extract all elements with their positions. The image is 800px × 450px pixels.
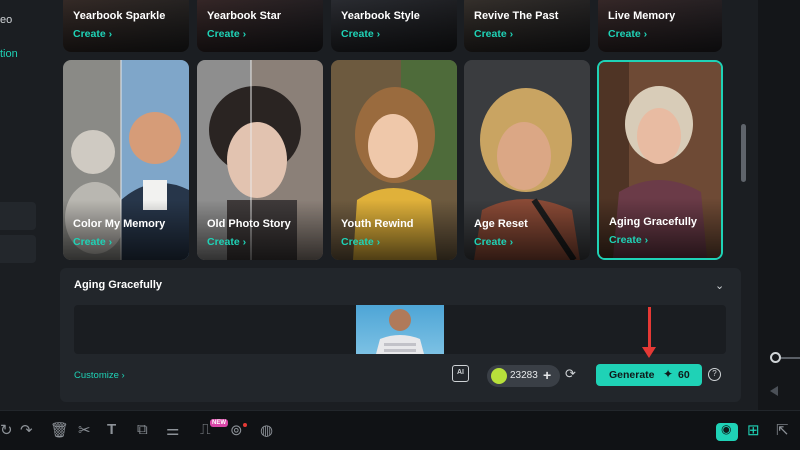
redo-icon[interactable]: ↻ bbox=[0, 421, 13, 439]
split-icon[interactable]: ⊞ bbox=[747, 421, 760, 439]
ai-face-icon[interactable]: ⊚ bbox=[230, 421, 243, 439]
new-badge: NEW bbox=[210, 419, 228, 427]
preview-panel bbox=[758, 0, 800, 410]
card-shade bbox=[197, 0, 323, 52]
card-title: Revive The Past bbox=[474, 10, 559, 22]
help-icon[interactable]: ? bbox=[708, 368, 721, 381]
scrollbar-thumb[interactable] bbox=[741, 124, 746, 182]
credits-count: 23283 bbox=[510, 370, 538, 381]
adjust-icon[interactable]: ⚌ bbox=[166, 421, 179, 439]
export-icon[interactable]: ⇱ bbox=[776, 421, 789, 439]
create-link[interactable]: Create › bbox=[73, 236, 112, 248]
create-link[interactable]: Create › bbox=[609, 234, 648, 246]
card-shade bbox=[331, 200, 457, 260]
create-link[interactable]: Create › bbox=[341, 236, 380, 248]
card-title: Color My Memory bbox=[73, 218, 166, 230]
card-title: Youth Rewind bbox=[341, 218, 414, 230]
source-media-area[interactable] bbox=[74, 305, 726, 354]
template-card-yearbook-style[interactable]: Yearbook Style Create › bbox=[331, 0, 457, 52]
template-card-live-memory[interactable]: Live Memory Create › bbox=[598, 0, 722, 52]
annotation-arrow-head bbox=[642, 347, 656, 358]
spark-icon: ✦ bbox=[663, 367, 674, 381]
generate-button[interactable]: Generate ✦ 60 bbox=[596, 364, 702, 386]
zoom-slider-handle[interactable] bbox=[770, 352, 781, 363]
card-shade bbox=[197, 200, 323, 260]
card-title: Live Memory bbox=[608, 10, 676, 22]
detail-title: Aging Gracefully bbox=[74, 279, 163, 291]
crop-icon[interactable]: ⧉ bbox=[137, 421, 148, 438]
play-back-icon[interactable] bbox=[770, 386, 778, 396]
card-title: Age Reset bbox=[474, 218, 528, 230]
refresh-icon[interactable]: ⟳ bbox=[565, 366, 576, 382]
sidebar-item-video[interactable]: eo bbox=[0, 14, 12, 26]
ai-portrait-icon[interactable]: ◍ bbox=[260, 421, 273, 439]
generate-cost: 60 bbox=[678, 369, 690, 381]
undo-icon[interactable]: ↷ bbox=[20, 421, 33, 439]
template-card-yearbook-sparkle[interactable]: Yearbook Sparkle Create › bbox=[63, 0, 189, 52]
create-link[interactable]: Create › bbox=[207, 28, 246, 40]
card-shade bbox=[464, 200, 590, 260]
card-shade bbox=[63, 0, 189, 52]
cut-icon[interactable]: ✂ bbox=[78, 421, 91, 439]
notification-dot bbox=[243, 423, 247, 427]
create-link[interactable]: Create › bbox=[207, 236, 246, 248]
add-credits-icon[interactable]: + bbox=[543, 367, 551, 383]
card-shade bbox=[331, 0, 457, 52]
credits-pill[interactable]: 23283 + bbox=[487, 365, 560, 387]
collapse-chevron-icon[interactable]: ⌄ bbox=[715, 279, 724, 292]
template-card-old-photo-story[interactable]: Old Photo Story Create › bbox=[197, 60, 323, 260]
sidebar-block[interactable] bbox=[0, 235, 36, 263]
card-title: Aging Gracefully bbox=[609, 216, 698, 228]
edit-toolbar bbox=[0, 410, 800, 450]
sidebar-item-active[interactable]: tion bbox=[0, 48, 18, 60]
generate-label: Generate bbox=[609, 369, 655, 381]
ai-text-icon[interactable]: ⎍ bbox=[200, 421, 211, 438]
card-title: Old Photo Story bbox=[207, 218, 291, 230]
bolt-icon bbox=[491, 368, 507, 384]
template-card-color-my-memory[interactable]: Color My Memory Create › bbox=[63, 60, 189, 260]
card-shade bbox=[599, 198, 721, 258]
ai-settings-icon[interactable]: AI bbox=[452, 365, 469, 382]
create-link[interactable]: Create › bbox=[474, 236, 513, 248]
source-thumbnail bbox=[356, 305, 444, 354]
create-link[interactable]: Create › bbox=[608, 28, 647, 40]
create-link[interactable]: Create › bbox=[73, 28, 112, 40]
card-shade bbox=[464, 0, 590, 52]
text-icon[interactable]: T bbox=[107, 421, 116, 438]
mask-icon[interactable]: ◉ bbox=[721, 422, 731, 436]
template-card-aging-gracefully[interactable]: Aging Gracefully Create › bbox=[597, 60, 723, 260]
person-photo-icon bbox=[376, 309, 424, 354]
card-title: Yearbook Style bbox=[341, 10, 420, 22]
template-card-yearbook-star[interactable]: Yearbook Star Create › bbox=[197, 0, 323, 52]
delete-icon[interactable]: 🗑 bbox=[50, 421, 69, 439]
create-link[interactable]: Create › bbox=[474, 28, 513, 40]
template-detail-panel: Aging Gracefully ⌄ Customize › AI 23283 … bbox=[60, 268, 741, 402]
template-card-youth-rewind[interactable]: Youth Rewind Create › bbox=[331, 60, 457, 260]
card-title: Yearbook Star bbox=[207, 10, 281, 22]
card-shade bbox=[598, 0, 722, 52]
template-card-revive-the-past[interactable]: Revive The Past Create › bbox=[464, 0, 590, 52]
create-link[interactable]: Create › bbox=[341, 28, 380, 40]
card-title: Yearbook Sparkle bbox=[73, 10, 166, 22]
annotation-arrow-shaft bbox=[648, 307, 651, 349]
zoom-slider-track[interactable] bbox=[780, 357, 800, 359]
customize-link[interactable]: Customize › bbox=[74, 370, 125, 381]
template-card-age-reset[interactable]: Age Reset Create › bbox=[464, 60, 590, 260]
card-shade bbox=[63, 200, 189, 260]
sidebar-block[interactable] bbox=[0, 202, 36, 230]
